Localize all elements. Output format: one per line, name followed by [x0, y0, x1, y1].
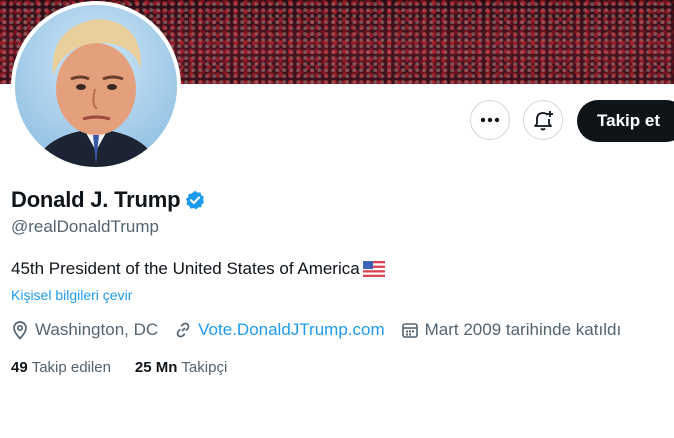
location-pin-icon — [13, 321, 27, 340]
follow-button[interactable]: Takip et — [577, 100, 674, 142]
followers-count: 25 Mn — [134, 359, 178, 376]
joined-item: Mart 2009 tarihinde katıldı — [401, 320, 622, 340]
profile-name: Donald J. Trump — [11, 187, 181, 212]
joined-text: Mart 2009 tarihinde katıldı — [424, 320, 622, 339]
follow-button-label: Takip et — [597, 111, 660, 130]
location-text: Washington, DC — [35, 320, 159, 339]
link-icon — [176, 322, 190, 338]
following-stat[interactable]: 49 Takip edilen — [11, 359, 111, 376]
website-link[interactable]: Vote.DonaldJTrump.com — [198, 320, 384, 340]
profile-avatar[interactable] — [11, 1, 181, 171]
profile-handle: @realDonaldTrump — [11, 217, 159, 236]
profile-bio: 45th President of the United States of A… — [11, 259, 385, 279]
followers-label: Takipçi — [181, 359, 228, 376]
location-item: Washington, DC — [11, 320, 158, 340]
website-item[interactable]: Vote.DonaldJTrump.com — [174, 320, 385, 340]
profile-meta: Washington, DC Vote.DonaldJTrump.com Mar… — [11, 320, 637, 340]
following-label: Takip edilen — [31, 359, 111, 376]
follow-stats: 49 Takip edilen 25 Mn Takipçi — [11, 359, 251, 376]
verified-badge-icon[interactable] — [185, 190, 205, 210]
more-options-button[interactable] — [470, 100, 510, 140]
profile-name-row: Donald J. Trump — [11, 187, 205, 213]
us-flag-icon — [362, 261, 385, 277]
following-count: 49 — [11, 359, 28, 376]
followers-stat[interactable]: 25 Mn Takipçi — [135, 359, 227, 376]
translate-bio-link[interactable]: Kişisel bilgileri çevir — [11, 287, 132, 303]
bio-text: 45th President of the United States of A… — [11, 259, 360, 278]
more-dots-icon — [480, 117, 500, 123]
bell-plus-icon — [534, 111, 553, 131]
notifications-button[interactable] — [523, 100, 563, 140]
calendar-icon — [401, 323, 418, 338]
